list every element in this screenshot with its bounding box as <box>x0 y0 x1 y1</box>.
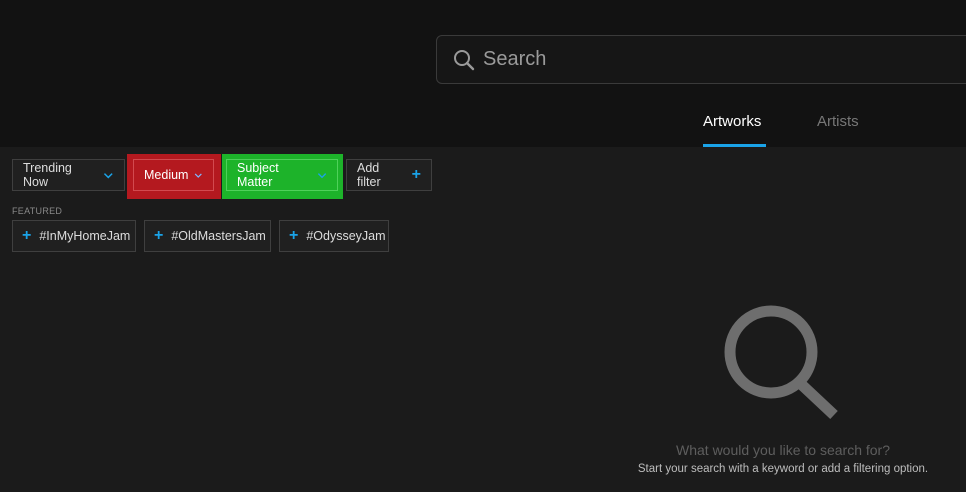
trending-now-dropdown[interactable]: Trending Now <box>12 159 125 191</box>
medium-label: Medium <box>144 168 189 182</box>
active-tab-indicator <box>703 144 766 147</box>
top-bar: Artworks Artists <box>0 0 966 147</box>
search-bar[interactable] <box>436 35 966 84</box>
featured-tag[interactable]: + #InMyHomeJam <box>12 220 136 252</box>
chevron-down-icon <box>317 172 327 178</box>
featured-tag-label: #OdysseyJam <box>306 229 386 243</box>
plus-icon: + <box>22 227 32 244</box>
plus-icon: + <box>154 227 164 244</box>
tab-artists[interactable]: Artists <box>817 113 859 130</box>
add-filter-label: Add filter <box>357 161 381 189</box>
featured-tag[interactable]: + #OldMastersJam <box>144 220 271 252</box>
empty-state-title: What would you like to search for? <box>676 442 890 458</box>
medium-dropdown[interactable]: Medium <box>133 159 214 191</box>
plus-icon: + <box>289 227 299 244</box>
subject-matter-dropdown[interactable]: Subject Matter <box>226 159 338 191</box>
plus-icon: + <box>411 166 421 183</box>
chevron-down-icon <box>104 172 114 178</box>
featured-label: FEATURED <box>12 206 63 216</box>
empty-state-subtitle: Start your search with a keyword or add … <box>637 463 929 475</box>
search-icon <box>454 49 475 70</box>
tab-bar: Artworks Artists <box>0 113 966 147</box>
subject-matter-label: Subject Matter <box>237 161 279 189</box>
magnifier-illustration <box>724 305 838 420</box>
chevron-down-icon <box>195 173 203 178</box>
tab-artworks[interactable]: Artworks <box>703 113 761 130</box>
add-filter-button[interactable]: Add filter + <box>346 159 432 191</box>
featured-tag[interactable]: + #OdysseyJam <box>279 220 389 252</box>
featured-tag-label: #OldMastersJam <box>171 229 266 243</box>
search-input[interactable] <box>483 48 923 71</box>
featured-tag-label: #InMyHomeJam <box>39 229 131 243</box>
trending-now-label: Trending Now <box>23 161 72 189</box>
